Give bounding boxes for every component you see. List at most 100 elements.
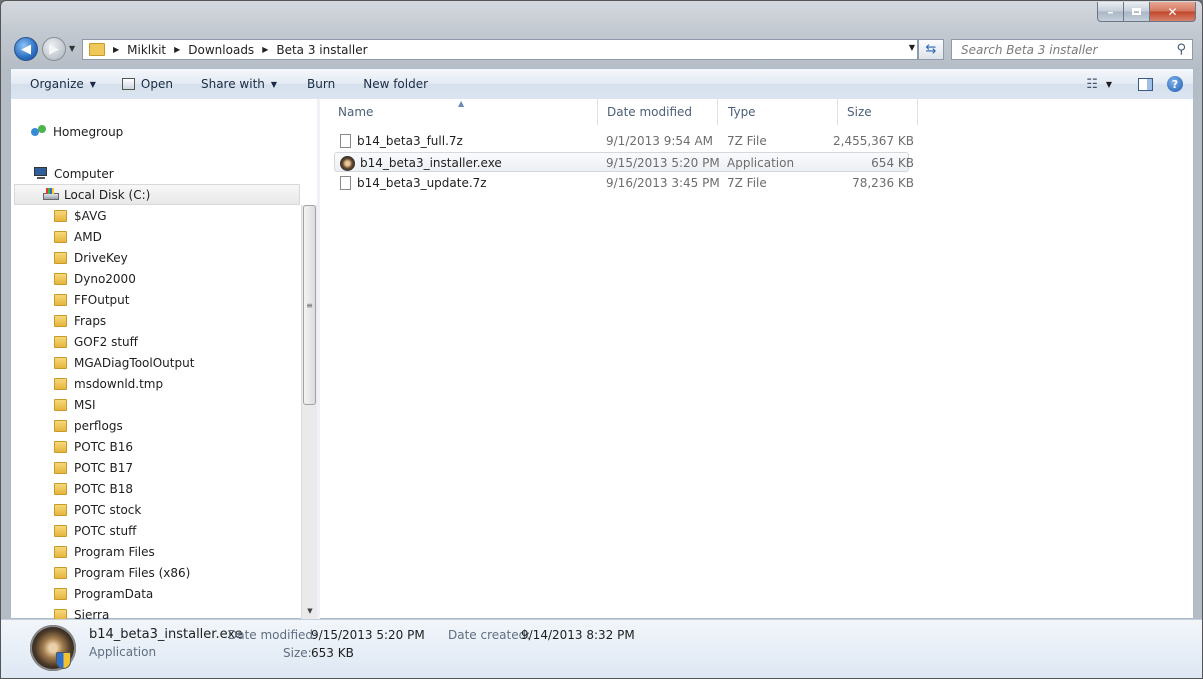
details-pane: b14_beta3_installer.exe Application Date… (1, 619, 1202, 678)
chevron-right-icon[interactable]: ▶ (113, 45, 119, 54)
burn-label: Burn (307, 77, 336, 91)
share-with-button[interactable]: Share with ▼ (183, 69, 287, 100)
column-type-label: Type (728, 105, 756, 119)
nav-folder[interactable]: DriveKey (54, 247, 128, 268)
change-view-icon[interactable]: ☷ (1086, 77, 1098, 92)
details-date-created: 9/14/2013 8:32 PM (521, 628, 635, 642)
nav-folder-label: POTC B17 (74, 460, 134, 475)
scrollbar-thumb[interactable]: ≡ (303, 205, 316, 405)
nav-folder[interactable]: POTC stock (54, 499, 141, 520)
nav-folder[interactable]: MSI (54, 394, 96, 415)
nav-folder[interactable]: Fraps (54, 310, 106, 331)
folder-icon (54, 419, 67, 432)
help-icon[interactable]: ? (1167, 76, 1183, 92)
details-file-type: Application (89, 645, 157, 659)
folder-icon (54, 608, 67, 619)
nav-folder-label: POTC stock (74, 502, 142, 517)
address-bar[interactable]: ▶ Miklkit ▶ Downloads ▶ Beta 3 installer… (82, 39, 918, 60)
organize-button[interactable]: Organize ▼ (11, 69, 106, 100)
nav-folder-label: perflogs (74, 418, 123, 433)
nav-folder[interactable]: POTC B16 (54, 436, 133, 457)
file-size: 78,236 KB (852, 176, 914, 190)
close-button[interactable]: ✕ (1150, 2, 1196, 22)
pane-splitter[interactable] (317, 99, 320, 619)
address-row: ◀ ▶ ▼ ▶ Miklkit ▶ Downloads ▶ Beta 3 ins… (1, 35, 1202, 65)
nav-folder[interactable]: ProgramData (54, 583, 153, 604)
file-row[interactable]: b14_beta3_update.7z 9/16/2013 3:45 PM 7Z… (334, 173, 914, 193)
nav-folder[interactable]: perflogs (54, 415, 123, 436)
folder-icon (54, 566, 67, 579)
open-button[interactable]: Open (106, 69, 183, 100)
nav-folder[interactable]: AMD (54, 226, 102, 247)
nav-folder[interactable]: $AVG (54, 205, 107, 226)
nav-folder[interactable]: Program Files (x86) (54, 562, 190, 583)
breadcrumb-miklkit[interactable]: Miklkit (127, 43, 166, 57)
search-icon[interactable]: ⚲ (1176, 42, 1186, 57)
nav-folder[interactable]: POTC B17 (54, 457, 133, 478)
nav-folder[interactable]: FFOutput (54, 289, 130, 310)
file-icon (340, 134, 351, 148)
chevron-right-icon[interactable]: ▶ (174, 45, 180, 54)
file-type: 7Z File (727, 176, 767, 190)
search-box: ⚲ (951, 39, 1193, 60)
nav-folder[interactable]: Sierra (54, 604, 109, 619)
nav-folder[interactable]: POTC B18 (54, 478, 133, 499)
navigation-pane: Homegroup Computer Local Disk (C:) $AVG … (11, 99, 317, 619)
nav-computer[interactable]: Computer (33, 163, 114, 184)
column-header-name[interactable]: Name (326, 99, 598, 125)
folder-icon (54, 293, 67, 306)
file-row[interactable]: b14_beta3_full.7z 9/1/2013 9:54 AM 7Z Fi… (334, 131, 914, 151)
column-header-date[interactable]: Date modified (598, 99, 718, 125)
share-with-label: Share with (200, 77, 265, 91)
organize-label: Organize (30, 77, 84, 91)
nav-folder-label: POTC B16 (74, 439, 134, 454)
maximize-button[interactable] (1124, 2, 1150, 22)
forward-arrow-icon: ▶ (49, 41, 59, 57)
burn-button[interactable]: Burn (287, 69, 345, 100)
file-row-selected[interactable]: b14_beta3_installer.exe 9/15/2013 5:20 P… (334, 152, 914, 172)
folder-icon (54, 314, 67, 327)
nav-folder[interactable]: MGADiagToolOutput (54, 352, 194, 373)
folder-icon (54, 482, 67, 495)
nav-folder-label: MSI (74, 397, 96, 412)
nav-folder[interactable]: GOF2 stuff (54, 331, 138, 352)
computer-icon (33, 167, 49, 180)
preview-pane-icon[interactable] (1138, 77, 1153, 91)
nav-scrollbar[interactable]: ≡ ▼ (301, 205, 317, 619)
forward-button[interactable]: ▶ (42, 37, 66, 61)
nav-folder[interactable]: msdownld.tmp (54, 373, 163, 394)
refresh-button[interactable]: ⇆ (918, 39, 944, 60)
minimize-button[interactable]: – (1097, 2, 1124, 22)
nav-folder[interactable]: Program Files (54, 541, 155, 562)
breadcrumb-downloads[interactable]: Downloads (188, 43, 254, 57)
file-date: 9/15/2013 5:20 PM (606, 156, 720, 170)
open-icon (121, 78, 135, 90)
column-header-size[interactable]: Size (838, 99, 918, 125)
nav-folder-label: Dyno2000 (74, 271, 136, 286)
view-options-dropdown[interactable]: ▼ (1106, 80, 1112, 89)
back-arrow-icon: ◀ (21, 41, 31, 57)
recent-pages-dropdown[interactable]: ▼ (69, 44, 75, 53)
file-name-cell: b14_beta3_full.7z (340, 131, 463, 151)
nav-computer-label: Computer (54, 166, 114, 181)
uac-shield-icon (56, 652, 71, 669)
new-folder-button[interactable]: New folder (345, 69, 438, 100)
nav-local-disk-label: Local Disk (C:) (64, 187, 151, 202)
nav-local-disk[interactable]: Local Disk (C:) (14, 184, 300, 205)
nav-homegroup[interactable]: Homegroup (31, 121, 123, 142)
nav-folder[interactable]: POTC stuff (54, 520, 136, 541)
column-header-type[interactable]: Type (718, 99, 838, 125)
back-button[interactable]: ◀ (14, 37, 38, 61)
chevron-right-icon[interactable]: ▶ (262, 45, 268, 54)
nav-folder-label: DriveKey (74, 250, 128, 265)
scroll-down-icon[interactable]: ▼ (302, 602, 317, 619)
maximize-icon (1132, 8, 1141, 15)
details-date-modified-label: Date modified: (228, 628, 318, 642)
address-history-dropdown[interactable]: ▼ (909, 43, 915, 52)
application-icon (340, 155, 355, 171)
close-icon: ✕ (1167, 4, 1178, 19)
breadcrumb-beta3[interactable]: Beta 3 installer (276, 43, 367, 57)
nav-folder-label: AMD (74, 229, 102, 244)
search-input[interactable] (959, 41, 1163, 58)
nav-folder[interactable]: Dyno2000 (54, 268, 136, 289)
